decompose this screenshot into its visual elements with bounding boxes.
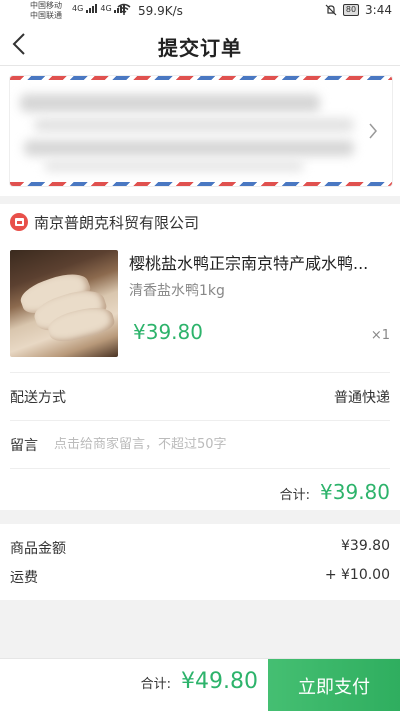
order-total: 合计: ¥49.80 (141, 669, 258, 694)
total-label: 合计: (140, 677, 172, 692)
airmail-stripe-top (10, 76, 392, 80)
message-input[interactable] (54, 437, 390, 452)
page-title: 提交订单 (158, 36, 242, 60)
carrier-labels: 中国移动 中国联通 (30, 1, 62, 21)
product-spec: 清香盐水鸭1kg (129, 283, 225, 299)
fee-summary: 商品金额 ¥39.80 运费 + ¥10.00 (0, 524, 400, 600)
network-speed: 59.9K/s (138, 4, 183, 18)
store-icon (10, 213, 28, 231)
shipping-fee-value: + ¥10.00 (324, 567, 390, 583)
goods-amount-value: ¥39.80 (341, 538, 390, 554)
pay-now-button[interactable]: 立即支付 (268, 659, 400, 711)
message-label: 留言 (10, 437, 38, 454)
product-quantity: ×1 (370, 328, 390, 343)
nav-header: 提交订单 (0, 22, 400, 66)
network-type-1: 4G (72, 4, 84, 13)
airmail-stripe-bottom (10, 182, 392, 186)
delivery-method-row[interactable]: 配送方式 普通快递 (10, 372, 390, 420)
product-price: ¥39.80 (133, 320, 203, 344)
delivery-value: 普通快递 (334, 389, 390, 406)
goods-amount-label: 商品金额 (10, 541, 66, 557)
mute-icon (325, 4, 337, 16)
product-title: 樱桃盐水鸭正宗南京特产咸水鸭... (129, 254, 369, 273)
shipping-fee-row: 运费 + ¥10.00 (10, 567, 390, 587)
checkout-bar: 合计: ¥49.80 立即支付 (0, 658, 400, 711)
delivery-label: 配送方式 (10, 389, 66, 406)
message-row: 留言 (10, 420, 390, 468)
chevron-right-icon[interactable] (368, 122, 378, 140)
address-blurred-content (14, 84, 364, 178)
subtotal-value: ¥39.80 (320, 480, 390, 504)
product-image (10, 250, 118, 357)
shop-name: 南京普朗克科贸有限公司 (34, 213, 200, 232)
goods-amount-row: 商品金额 ¥39.80 (10, 538, 390, 558)
shipping-fee-label: 运费 (10, 570, 38, 586)
wifi-icon (117, 3, 131, 15)
shop-header: 南京普朗克科贸有限公司 (10, 212, 199, 232)
total-value: ¥49.80 (181, 669, 258, 694)
carrier-1: 中国移动 (30, 1, 62, 10)
shop-order-section: 南京普朗克科贸有限公司 樱桃盐水鸭正宗南京特产咸水鸭... 清香盐水鸭1kg ¥… (0, 204, 400, 510)
product-item[interactable]: 樱桃盐水鸭正宗南京特产咸水鸭... 清香盐水鸭1kg ¥39.80 ×1 (0, 250, 400, 368)
network-type-2: 4G (100, 4, 112, 13)
subtotal-label: 合计: (279, 488, 311, 503)
clock: 3:44 (365, 3, 392, 17)
status-bar: 中国移动 中国联通 4G 4G 59.9K/s 80 3:44 (0, 0, 400, 22)
shop-subtotal: 合计: ¥39.80 (280, 480, 390, 504)
carrier-2: 中国联通 (30, 11, 62, 20)
address-card[interactable] (10, 76, 392, 186)
battery-icon: 80 (342, 4, 360, 16)
address-section (0, 66, 400, 196)
